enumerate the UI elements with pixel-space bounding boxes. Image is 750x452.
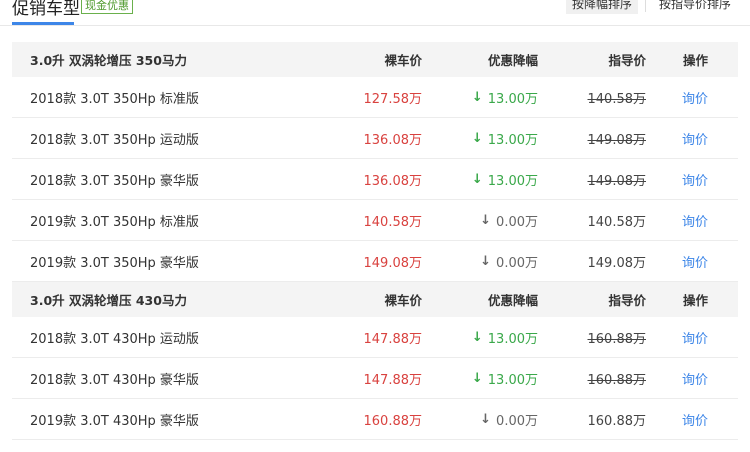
discount-value: 13.00万: [487, 91, 538, 107]
table-row: 2018款 3.0T 350Hp 豪华版 136.08万 ↓ 13.00万 149.08…: [12, 159, 738, 200]
discount-amount: ↓ 13.00万: [472, 358, 538, 398]
inquiry-link[interactable]: 询价: [682, 77, 708, 117]
guide-price: 140.58万: [587, 214, 647, 230]
sort-by-guide-price-button[interactable]: 按指导价排序: [653, 0, 737, 14]
arrow-down-icon: ↓: [471, 329, 483, 345]
section-header: 促销车型 现金优惠 按降幅排序 按指导价排序: [0, 0, 750, 26]
column-header-discount: 优惠降幅: [487, 53, 538, 68]
bare-price: 149.08万: [363, 255, 423, 271]
column-header-action: 操作: [683, 53, 709, 68]
discount-value: 0.00万: [496, 255, 538, 271]
promo-models-table: 3.0升 双涡轮增压 350马力 裸车价 优惠降幅 指导价 操作 2018款 3.0T 3…: [12, 42, 738, 440]
guide-price: 160.88万: [587, 372, 647, 388]
discount-value: 13.00万: [487, 132, 538, 148]
column-header-price: 裸车价: [384, 53, 422, 68]
inquiry-link[interactable]: 询价: [682, 200, 708, 240]
table-row: 2018款 3.0T 350Hp 标准版 127.58万 ↓ 13.00万 140.58…: [12, 77, 738, 118]
cash-discount-badge: 现金优惠: [81, 0, 133, 14]
inquiry-link[interactable]: 询价: [682, 399, 708, 439]
group-header: 3.0升 双涡轮增压 350马力 裸车价 优惠降幅 指导价 操作: [12, 42, 738, 77]
table-row: 2019款 3.0T 350Hp 标准版 140.58万 ↓ 0.00万 140.58万…: [12, 200, 738, 241]
discount-amount: ↓ 0.00万: [480, 399, 538, 439]
arrow-down-icon: ↓: [471, 89, 483, 105]
model-name: 2019款 3.0T 430Hp 豪华版: [30, 413, 199, 429]
bare-price: 136.08万: [363, 132, 423, 148]
discount-amount: ↓ 13.00万: [472, 159, 538, 199]
bare-price: 127.58万: [363, 91, 423, 107]
guide-price: 160.88万: [587, 413, 647, 429]
model-name: 2018款 3.0T 430Hp 运动版: [30, 331, 199, 347]
guide-price: 149.08万: [587, 255, 647, 271]
sort-divider: [645, 0, 646, 12]
arrow-down-gray-icon: ↓: [480, 212, 492, 228]
model-name: 2019款 3.0T 350Hp 豪华版: [30, 255, 199, 271]
model-name: 2018款 3.0T 430Hp 豪华版: [30, 372, 199, 388]
model-name: 2018款 3.0T 350Hp 标准版: [30, 91, 199, 107]
bare-price: 147.88万: [363, 372, 423, 388]
discount-value: 0.00万: [496, 214, 538, 230]
model-name: 2018款 3.0T 350Hp 运动版: [30, 132, 199, 148]
model-name: 2019款 3.0T 350Hp 标准版: [30, 214, 199, 230]
discount-value: 0.00万: [496, 413, 538, 429]
guide-price: 160.88万: [587, 331, 647, 347]
inquiry-link[interactable]: 询价: [682, 241, 708, 281]
column-header-discount: 优惠降幅: [487, 293, 538, 308]
column-header-action: 操作: [683, 293, 709, 308]
bare-price: 136.08万: [363, 173, 423, 189]
section-title: 促销车型: [12, 0, 80, 19]
guide-price: 140.58万: [587, 91, 647, 107]
sort-by-discount-button[interactable]: 按降幅排序: [566, 0, 639, 14]
inquiry-link[interactable]: 询价: [682, 317, 708, 357]
arrow-down-gray-icon: ↓: [480, 253, 492, 269]
bare-price: 160.88万: [363, 413, 423, 429]
arrow-down-icon: ↓: [471, 370, 483, 386]
inquiry-link[interactable]: 询价: [682, 118, 708, 158]
arrow-down-icon: ↓: [471, 171, 483, 187]
arrow-down-gray-icon: ↓: [480, 411, 492, 427]
column-header-price: 裸车价: [384, 293, 422, 308]
discount-amount: ↓ 0.00万: [480, 241, 538, 281]
guide-price: 149.08万: [587, 173, 647, 189]
discount-amount: ↓ 13.00万: [472, 317, 538, 357]
discount-value: 13.00万: [487, 372, 538, 388]
arrow-down-icon: ↓: [471, 130, 483, 146]
column-header-guide-price: 指导价: [608, 53, 646, 68]
discount-value: 13.00万: [487, 331, 538, 347]
table-row: 2019款 3.0T 350Hp 豪华版 149.08万 ↓ 0.00万 149.08万…: [12, 241, 738, 282]
column-header-guide-price: 指导价: [608, 293, 646, 308]
table-row: 2018款 3.0T 430Hp 豪华版 147.88万 ↓ 13.00万 160.88…: [12, 358, 738, 399]
group-engine-label: 3.0升 双涡轮增压 430马力: [30, 293, 187, 308]
discount-value: 13.00万: [487, 173, 538, 189]
bare-price: 147.88万: [363, 331, 423, 347]
bare-price: 140.58万: [363, 214, 423, 230]
group-header: 3.0升 双涡轮增压 430马力 裸车价 优惠降幅 指导价 操作: [12, 282, 738, 317]
table-row: 2018款 3.0T 430Hp 运动版 147.88万 ↓ 13.00万 160.88…: [12, 317, 738, 358]
discount-amount: ↓ 13.00万: [472, 118, 538, 158]
inquiry-link[interactable]: 询价: [682, 159, 708, 199]
table-row: 2018款 3.0T 350Hp 运动版 136.08万 ↓ 13.00万 149.08…: [12, 118, 738, 159]
discount-amount: ↓ 0.00万: [480, 200, 538, 240]
guide-price: 149.08万: [587, 132, 647, 148]
group-engine-label: 3.0升 双涡轮增压 350马力: [30, 53, 187, 68]
discount-amount: ↓ 13.00万: [472, 77, 538, 117]
model-name: 2018款 3.0T 350Hp 豪华版: [30, 173, 199, 189]
title-underline: [12, 22, 74, 25]
inquiry-link[interactable]: 询价: [682, 358, 708, 398]
table-row: 2019款 3.0T 430Hp 豪华版 160.88万 ↓ 0.00万 160.88万…: [12, 399, 738, 440]
